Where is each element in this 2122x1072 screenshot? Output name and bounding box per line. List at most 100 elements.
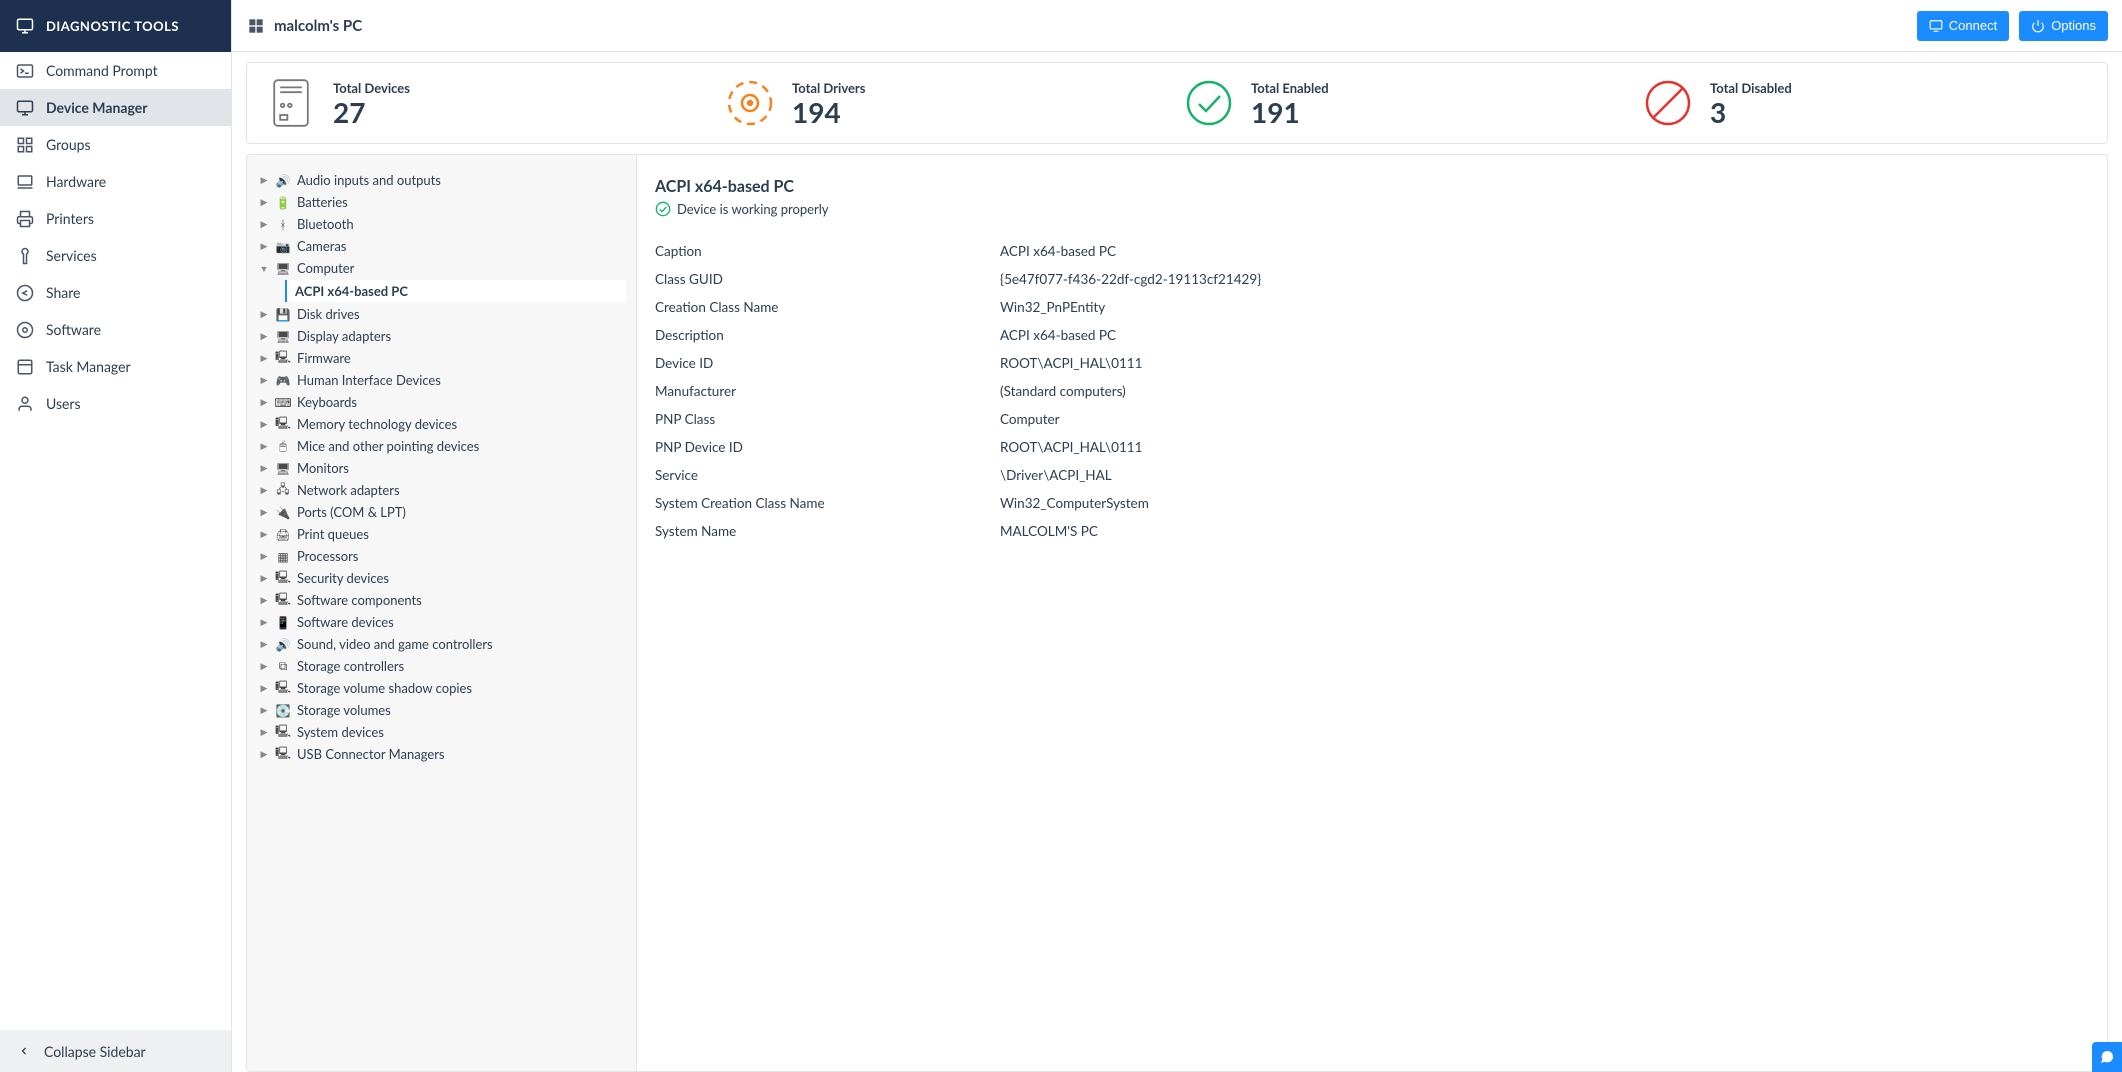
tree-category-label: Processors xyxy=(297,548,358,564)
collapse-sidebar-button[interactable]: Collapse Sidebar xyxy=(0,1030,231,1072)
tree-category[interactable]: ▶🔌Ports (COM & LPT) xyxy=(257,501,632,523)
hid-icon: 🎮 xyxy=(275,373,291,388)
sidebar-item-label: Users xyxy=(46,395,81,412)
options-button[interactable]: Options xyxy=(2019,11,2108,41)
stats-bar: Total Devices 27 Total Drivers 194 xyxy=(246,62,2108,144)
tree-category[interactable]: ▶🖳Storage volume shadow copies xyxy=(257,677,632,699)
windows-icon xyxy=(248,18,264,34)
tree-category[interactable]: ▶🖳Security devices xyxy=(257,567,632,589)
tree-category-label: Bluetooth xyxy=(297,216,354,232)
detail-title: ACPI x64-based PC xyxy=(655,177,2079,196)
sidebar-item-users[interactable]: Users xyxy=(0,385,231,422)
tree-category[interactable]: ▶🔋Batteries xyxy=(257,191,632,213)
chat-button[interactable] xyxy=(2092,1042,2122,1072)
stat-drivers-label: Total Drivers xyxy=(792,80,865,96)
camera-icon: 📷 xyxy=(275,239,291,254)
software-icon: 🖳 xyxy=(275,590,291,611)
detail-key: System Creation Class Name xyxy=(655,495,1000,511)
sidebar-item-printers[interactable]: Printers xyxy=(0,200,231,237)
sidebar-item-groups[interactable]: Groups xyxy=(0,126,231,163)
caret-icon: ▶ xyxy=(259,174,269,186)
tree-category[interactable]: ▶🔊Sound, video and game controllers xyxy=(257,633,632,655)
tree-category[interactable]: ▶🖥Display adapters xyxy=(257,325,632,347)
options-label: Options xyxy=(2051,18,2096,33)
sidebar-item-command-prompt[interactable]: Command Prompt xyxy=(0,52,231,89)
tree-category-label: Sound, video and game controllers xyxy=(297,636,493,652)
tree-category[interactable]: ▶🖳Memory technology devices xyxy=(257,413,632,435)
detail-key: PNP Class xyxy=(655,411,1000,427)
tree-category[interactable]: ▶ᚼBluetooth xyxy=(257,213,632,235)
command-prompt-icon xyxy=(16,62,34,80)
sidebar-item-software[interactable]: Software xyxy=(0,311,231,348)
tree-category-label: Storage volume shadow copies xyxy=(297,680,472,696)
tree-category-label: Storage controllers xyxy=(297,658,404,674)
stat-total-drivers: Total Drivers 194 xyxy=(716,79,1175,127)
tree-category-label: System devices xyxy=(297,724,384,740)
tree-category-label: Storage volumes xyxy=(297,702,391,718)
sidebar-item-task-manager[interactable]: Task Manager xyxy=(0,348,231,385)
detail-row: PNP ClassComputer xyxy=(655,405,2079,433)
tree-category[interactable]: ▶📷Cameras xyxy=(257,235,632,257)
detail-row: PNP Device IDROOT\ACPI_HAL\0111 xyxy=(655,433,2079,461)
tree-category[interactable]: ▶💾Disk drives xyxy=(257,303,632,325)
detail-row: CaptionACPI x64-based PC xyxy=(655,237,2079,265)
tree-category-label: Batteries xyxy=(297,194,348,210)
tree-category[interactable]: ▶🖳USB Connector Managers xyxy=(257,743,632,765)
tree-category[interactable]: ▶🖥Monitors xyxy=(257,457,632,479)
sidebar-item-hardware[interactable]: Hardware xyxy=(0,163,231,200)
tree-category[interactable]: ▼🖥Computer xyxy=(257,257,632,279)
disc-icon xyxy=(726,79,774,127)
tree-category[interactable]: ▶🖳Firmware xyxy=(257,347,632,369)
tree-category[interactable]: ▶⌨Keyboards xyxy=(257,391,632,413)
printers-icon xyxy=(16,210,34,228)
users-icon xyxy=(16,395,34,413)
tree-category[interactable]: ▶🔊Audio inputs and outputs xyxy=(257,169,632,191)
caret-icon: ▶ xyxy=(259,218,269,230)
sidebar-item-label: Printers xyxy=(46,210,94,227)
caret-icon: ▶ xyxy=(259,330,269,342)
device-tree[interactable]: ▶🔊Audio inputs and outputs▶🔋Batteries▶ᚼB… xyxy=(247,155,637,1071)
sidebar-item-device-manager[interactable]: Device Manager xyxy=(0,89,231,126)
stat-enabled-value: 191 xyxy=(1251,98,1329,126)
sidebar-item-label: Services xyxy=(46,247,97,264)
sidebar-item-label: Task Manager xyxy=(46,358,131,375)
check-icon xyxy=(655,201,671,217)
tree-category[interactable]: ▶📱Software devices xyxy=(257,611,632,633)
tree-category[interactable]: ▶🖳Software components xyxy=(257,589,632,611)
tree-category[interactable]: ▶💽Storage volumes xyxy=(257,699,632,721)
sidebar-item-label: Hardware xyxy=(46,173,106,190)
tree-category-label: USB Connector Managers xyxy=(297,746,445,762)
caret-icon: ▶ xyxy=(259,726,269,738)
tree-category[interactable]: ▶🎮Human Interface Devices xyxy=(257,369,632,391)
sidebar-item-label: Software xyxy=(46,321,101,338)
shadow-icon: 🖳 xyxy=(275,678,291,699)
sidebar-header: DIAGNOSTIC TOOLS xyxy=(0,0,231,52)
caret-icon: ▶ xyxy=(259,352,269,364)
computer-icon: 🖥 xyxy=(275,261,291,276)
caret-icon: ▶ xyxy=(259,704,269,716)
tree-category[interactable]: ▶▦Processors xyxy=(257,545,632,567)
caret-icon: ▶ xyxy=(259,240,269,252)
sound-icon: 🔊 xyxy=(275,637,291,652)
connect-button[interactable]: Connect xyxy=(1917,11,2009,41)
tree-category[interactable]: ▶🖨Print queues xyxy=(257,523,632,545)
detail-value: MALCOLM'S PC xyxy=(1000,523,1098,539)
tree-category-label: Ports (COM & LPT) xyxy=(297,504,406,520)
sidebar-item-services[interactable]: Services xyxy=(0,237,231,274)
tree-category[interactable]: ▶🖱Mice and other pointing devices xyxy=(257,435,632,457)
sidebar-item-share[interactable]: Share xyxy=(0,274,231,311)
detail-key: PNP Device ID xyxy=(655,439,1000,455)
detail-row: Device IDROOT\ACPI_HAL\0111 xyxy=(655,349,2079,377)
tree-category[interactable]: ▶🖳System devices xyxy=(257,721,632,743)
detail-row: System Creation Class NameWin32_Computer… xyxy=(655,489,2079,517)
page-title-wrap: malcolm's PC xyxy=(246,17,362,35)
tree-category[interactable]: ▶🖧Network adapters xyxy=(257,479,632,501)
tree-item-selected[interactable]: ACPI x64-based PC xyxy=(285,280,626,302)
caret-icon: ▶ xyxy=(259,616,269,628)
detail-row: Service\Driver\ACPI_HAL xyxy=(655,461,2079,489)
tree-category[interactable]: ▶⧉Storage controllers xyxy=(257,655,632,677)
stat-enabled-label: Total Enabled xyxy=(1251,80,1329,96)
groups-icon xyxy=(16,136,34,154)
cpu-icon: ▦ xyxy=(275,549,291,564)
device-detail: ACPI x64-based PC Device is working prop… xyxy=(637,155,2107,1071)
